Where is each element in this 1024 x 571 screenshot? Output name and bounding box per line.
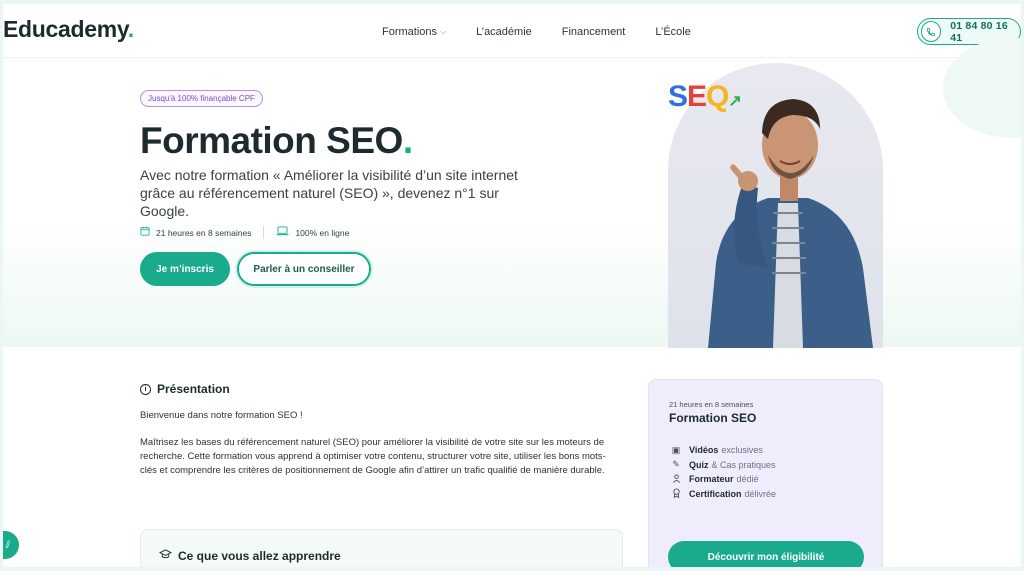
- duration-text: 21 heures en 8 semaines: [156, 227, 252, 238]
- logo-dot: .: [127, 16, 134, 42]
- site-header: Educademy. Formations ⌵ L’académie Finan…: [3, 4, 1021, 58]
- hero-section: Jusqu'à 100% finançable CPF Formation SE…: [3, 38, 1021, 348]
- card-duration: 21 heures en 8 semaines: [669, 400, 754, 409]
- seo-logo: SEQ↗: [668, 80, 742, 114]
- check-eligibility-button[interactable]: Découvrir mon éligibilité: [668, 541, 864, 567]
- card-title: Formation SEO: [669, 411, 757, 425]
- nav-item-academie[interactable]: L’académie: [476, 26, 532, 38]
- presentation-section: i Présentation Bienvenue dans notre form…: [140, 382, 620, 478]
- feature-bold: Formateur: [689, 474, 734, 485]
- main-nav: Formations ⌵ L’académie Financement L’Éc…: [382, 26, 721, 38]
- seo-logo-letter-e: E: [687, 80, 707, 113]
- course-summary-card: 21 heures en 8 semaines Formation SEO ▣ …: [648, 379, 883, 567]
- phone-icon: [921, 21, 942, 42]
- feature-bold: Certification: [689, 488, 742, 499]
- trend-arrow-icon: ↗: [728, 93, 741, 110]
- feature-rest: exclusives: [721, 445, 763, 456]
- floating-widget-button[interactable]: ⫽: [3, 531, 19, 559]
- duration-meta: 21 heures en 8 semaines: [140, 226, 251, 239]
- feature-item: ✎ Quiz & Cas pratiques: [669, 458, 776, 473]
- feature-list: ▣ Vidéos exclusives ✎ Quiz & Cas pratiqu…: [669, 443, 776, 501]
- nav-item-formations[interactable]: Formations ⌵: [382, 26, 446, 38]
- contact-advisor-button[interactable]: Parler à un conseiller: [237, 252, 371, 286]
- logo[interactable]: Educademy.: [3, 16, 134, 43]
- chevron-down-icon: ⌵: [440, 27, 447, 36]
- seo-logo-letter-s: S: [668, 80, 688, 113]
- calendar-icon: [140, 226, 150, 239]
- seo-logo-letter-q: Q: [706, 80, 729, 113]
- learn-heading: Ce que vous allez apprendre: [158, 549, 341, 563]
- presentation-heading: i Présentation: [140, 382, 620, 396]
- learn-accordion[interactable]: Ce que vous allez apprendre: [140, 529, 623, 567]
- mode-meta: 100% en ligne: [276, 226, 349, 239]
- register-button[interactable]: Je m’inscris: [140, 252, 230, 286]
- nav-item-label: L’académie: [476, 26, 532, 38]
- presentation-title: Présentation: [157, 382, 230, 396]
- feature-bold: Quiz: [689, 459, 709, 470]
- feature-item: Certification délivrée: [669, 487, 776, 502]
- feature-bold: Vidéos: [689, 445, 719, 456]
- user-icon: [669, 474, 683, 485]
- divider: [263, 226, 265, 239]
- stripes-icon: ⫽: [5, 539, 11, 551]
- nav-item-ecole[interactable]: L’École: [655, 26, 690, 38]
- nav-item-label: L’École: [655, 26, 691, 38]
- pencil-icon: ✎: [672, 459, 680, 470]
- learn-title: Ce que vous allez apprendre: [178, 549, 341, 563]
- cpf-badge: Jusqu'à 100% finançable CPF: [140, 90, 263, 107]
- certificate-icon: [669, 488, 683, 500]
- feature-item: ▣ Vidéos exclusives: [669, 443, 776, 458]
- feature-rest: délivrée: [744, 488, 777, 499]
- nav-item-financement[interactable]: Financement: [562, 26, 626, 38]
- info-icon: i: [140, 383, 151, 395]
- course-meta: 21 heures en 8 semaines 100% en ligne: [140, 226, 349, 239]
- mode-text: 100% en ligne: [295, 227, 350, 238]
- presentation-body: Maîtrisez les bases du référencement nat…: [140, 437, 606, 476]
- feature-item: Formateur dédié: [669, 472, 776, 487]
- presentation-intro: Bienvenue dans notre formation SEO !: [140, 410, 303, 421]
- page-title: Formation SEO.: [140, 120, 413, 162]
- nav-item-label: Financement: [561, 26, 626, 38]
- nav-item-label: Formations: [382, 26, 438, 38]
- logo-text: Educademy: [3, 16, 128, 42]
- feature-rest: & Cas pratiques: [711, 459, 776, 470]
- graduation-cap-icon: [158, 549, 173, 563]
- laptop-icon: [276, 226, 289, 239]
- hero-subtitle: Avec notre formation « Améliorer la visi…: [140, 167, 518, 219]
- title-dot: .: [402, 120, 413, 161]
- feature-rest: dédié: [736, 474, 759, 485]
- video-icon: ▣: [671, 444, 681, 455]
- title-text: Formation SEO: [140, 120, 403, 161]
- page: Educademy. Formations ⌵ L’académie Finan…: [3, 4, 1021, 567]
